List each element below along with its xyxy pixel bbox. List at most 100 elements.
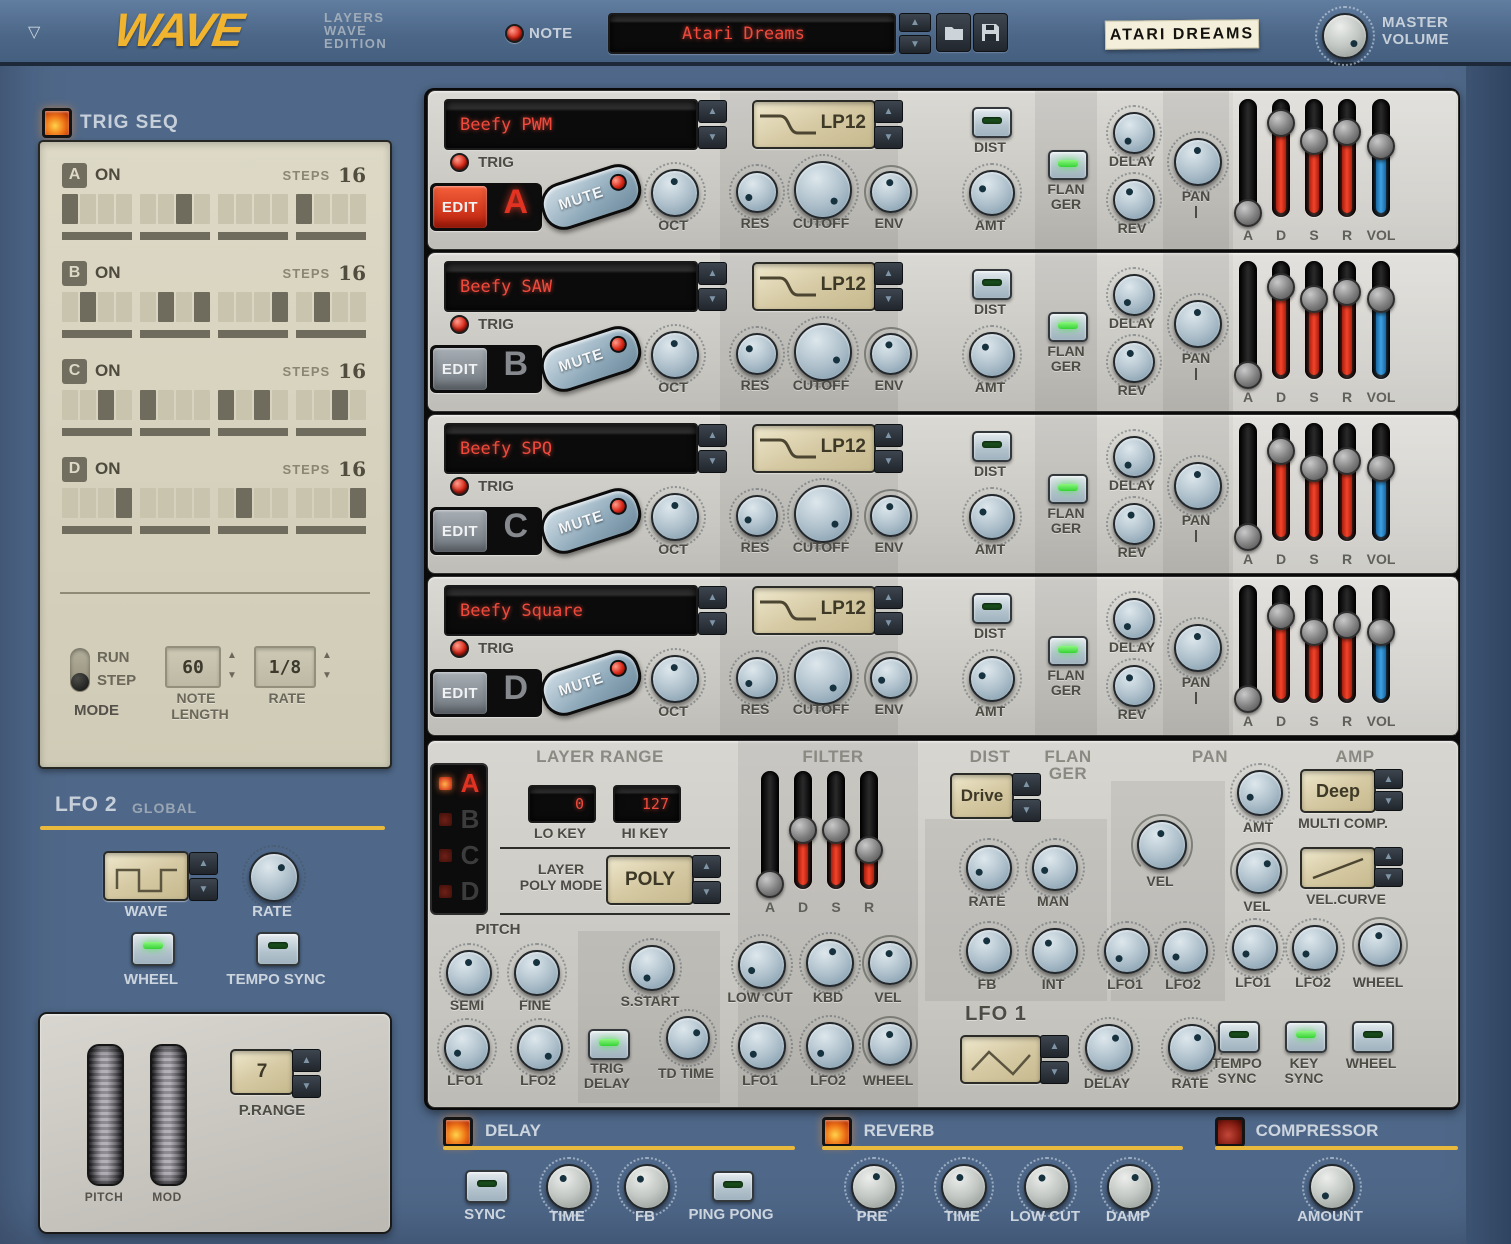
layer-select-c[interactable]: C [432,839,486,873]
filter-type-display[interactable]: LP12 [752,424,876,473]
multi-comp-down[interactable]: ▼ [1374,791,1403,811]
cutoff-knob[interactable] [794,647,852,705]
env-knob[interactable] [870,495,912,537]
decay-slider-track[interactable] [1272,423,1290,541]
lfo2-wheel-button[interactable] [131,932,175,966]
seq-step[interactable] [62,292,78,322]
reverb-time-knob[interactable] [941,1164,987,1210]
lfo1-delay-knob[interactable] [1085,1024,1133,1072]
filter-type-display[interactable]: LP12 [752,586,876,635]
seq-step[interactable] [272,488,288,518]
seq-step[interactable] [218,488,234,518]
delay-fb-knob[interactable] [624,1164,670,1210]
decay-slider-track[interactable] [1272,261,1290,379]
layer-select-a[interactable]: A [432,767,486,801]
amp-vel-knob[interactable] [1236,848,1282,894]
seq-step[interactable] [236,488,252,518]
note-length-down[interactable]: ▼ [221,666,243,684]
res-knob[interactable] [736,171,778,213]
filter-decay-track[interactable] [794,771,812,889]
preset-down-button[interactable]: ▼ [899,35,931,54]
steps-value[interactable]: 16 [338,359,366,383]
layer-name-display[interactable]: Beefy PWM [444,99,698,150]
filter-type-display[interactable]: LP12 [752,100,876,149]
seq-step[interactable] [62,488,78,518]
dist-amt-knob[interactable] [969,494,1015,540]
vel-curve-display[interactable] [1300,847,1376,889]
delay-send-knob[interactable] [1113,274,1155,316]
layer-name-up[interactable]: ▲ [698,100,727,123]
seq-step[interactable] [296,488,312,518]
rate-down[interactable]: ▼ [316,666,338,684]
load-preset-button[interactable] [936,13,971,52]
lfo1-wave-display[interactable] [960,1035,1042,1084]
sustain-slider-track[interactable] [1305,99,1323,217]
lfo1-key-sync-button[interactable] [1285,1021,1327,1053]
flanger-man-knob[interactable] [1032,845,1078,891]
seq-step[interactable] [116,194,132,224]
seq-step[interactable] [314,194,330,224]
amp-wheel-knob[interactable] [1358,923,1402,967]
seq-row-state[interactable]: ON [95,263,121,283]
lo-key-display[interactable]: 0 [528,785,596,823]
seq-step[interactable] [314,292,330,322]
poly-mode-value[interactable]: POLY [606,855,694,905]
filter-lfo1-knob[interactable] [738,1022,786,1070]
seq-step[interactable] [332,194,348,224]
mode-toggle[interactable] [70,648,90,692]
delay-send-knob[interactable] [1113,436,1155,478]
seq-step[interactable] [236,390,252,420]
delay-send-knob[interactable] [1113,598,1155,640]
vel-curve-up[interactable]: ▲ [1374,847,1403,866]
filter-type-up[interactable]: ▲ [874,262,903,285]
pitch-semi-knob[interactable] [446,950,492,996]
oct-knob[interactable] [651,655,699,703]
lfo2-wave-up[interactable]: ▲ [189,852,218,875]
seq-step[interactable] [194,488,210,518]
seq-step[interactable] [218,292,234,322]
pitch-range-up[interactable]: ▲ [292,1049,321,1072]
sustain-slider-track[interactable] [1305,585,1323,703]
seq-step[interactable] [296,292,312,322]
release-slider-track[interactable] [1338,99,1356,217]
pan-knob[interactable] [1174,138,1222,186]
compressor-amount-knob[interactable] [1309,1164,1355,1210]
oct-knob[interactable] [651,331,699,379]
seq-step[interactable] [350,390,366,420]
preset-up-button[interactable]: ▲ [899,13,931,32]
filter-lfo2-knob[interactable] [806,1022,854,1070]
master-volume-knob[interactable] [1322,13,1368,59]
reverb-low-cut-knob[interactable] [1024,1164,1070,1210]
sustain-slider-track[interactable] [1305,423,1323,541]
seq-step[interactable] [176,390,192,420]
lfo1-wave-down[interactable]: ▼ [1040,1061,1069,1084]
reverb-send-knob[interactable] [1113,179,1155,221]
seq-step[interactable] [254,390,270,420]
seq-step[interactable] [80,390,96,420]
env-knob[interactable] [870,657,912,699]
multi-comp-up[interactable]: ▲ [1374,769,1403,789]
lfo2-tempo-sync-button[interactable] [256,932,300,966]
seq-row-state[interactable]: ON [95,165,121,185]
volume-slider-track[interactable] [1372,585,1390,703]
dist-button[interactable] [972,593,1012,624]
delay-time-knob[interactable] [546,1164,592,1210]
env-knob[interactable] [870,333,912,375]
filter-type-down[interactable]: ▼ [874,126,903,149]
seq-step[interactable] [62,390,78,420]
layer-name-down[interactable]: ▼ [698,450,727,473]
trig-seq-enable-led[interactable] [42,108,72,138]
seq-step[interactable] [332,390,348,420]
filter-type-down[interactable]: ▼ [874,288,903,311]
release-slider-track[interactable] [1338,585,1356,703]
lfo2-rate-knob[interactable] [249,852,299,902]
seq-step-grid[interactable] [62,488,366,518]
note-length-value[interactable]: 60 [165,646,221,688]
filter-type-down[interactable]: ▼ [874,612,903,635]
seq-step[interactable] [218,194,234,224]
save-preset-button[interactable] [973,13,1008,52]
lfo1-rate-knob[interactable] [1168,1024,1216,1072]
seq-step[interactable] [272,194,288,224]
lfo1-wave-up[interactable]: ▲ [1040,1035,1069,1058]
reverb-send-knob[interactable] [1113,665,1155,707]
